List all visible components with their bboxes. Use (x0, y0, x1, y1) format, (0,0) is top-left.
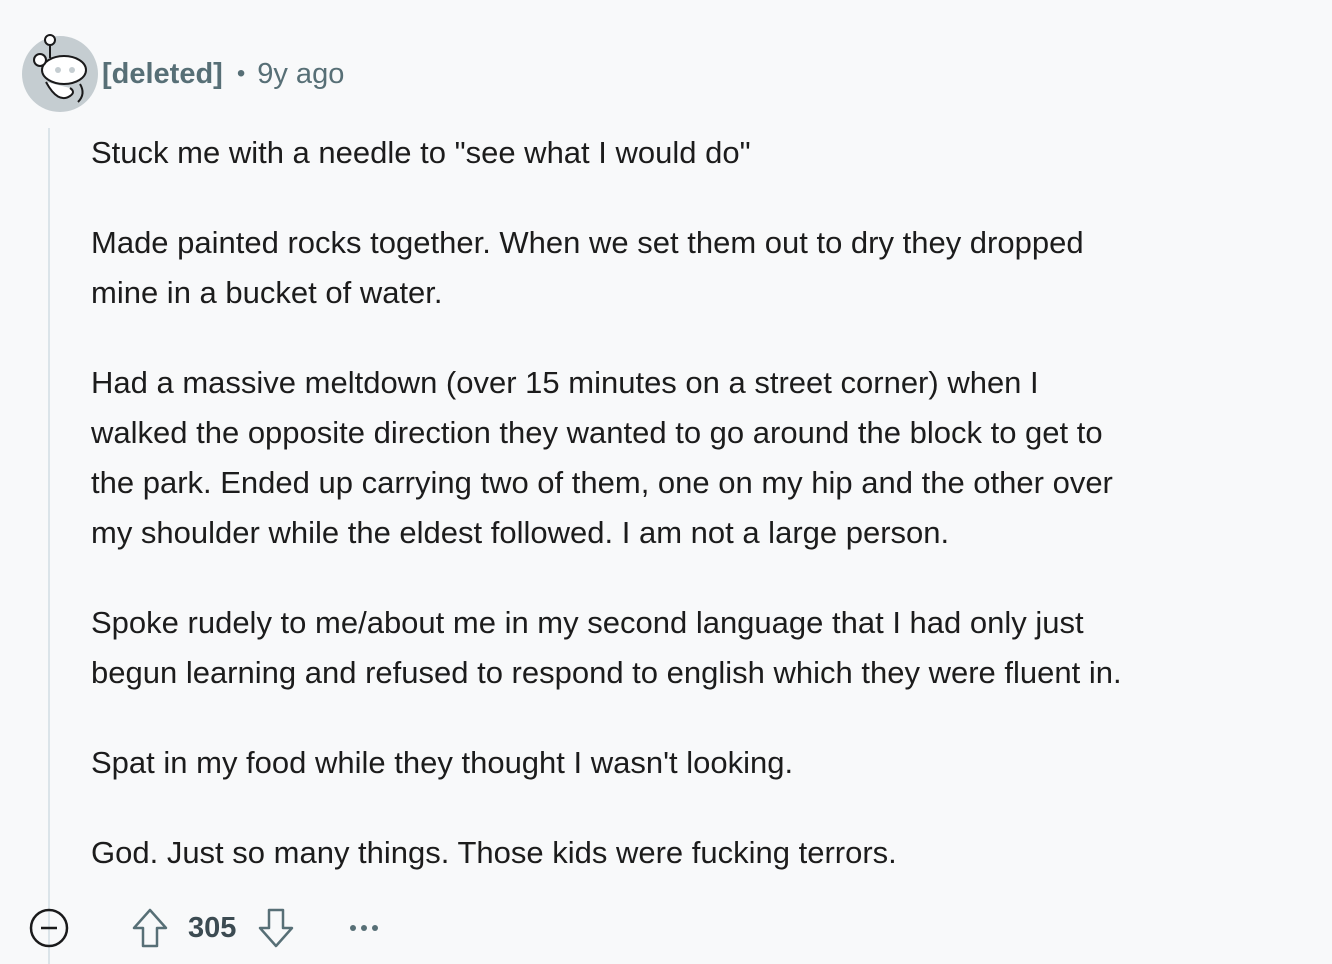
comment-paragraph: Spoke rudely to me/about me in my second… (91, 598, 1323, 698)
comment-paragraph: Made painted rocks together. When we set… (91, 218, 1323, 318)
comment-line: begun learning and refused to respond to… (91, 655, 1122, 690)
more-options-icon[interactable] (348, 922, 380, 934)
meta-separator: • (236, 60, 246, 87)
comment-timestamp[interactable]: 9y ago (257, 54, 344, 94)
comment-line: my shoulder while the eldest followed. I… (91, 515, 950, 550)
avatar (20, 32, 98, 112)
comment-paragraph: Stuck me with a needle to "see what I wo… (91, 128, 1323, 178)
comment-line: Spat in my food while they thought I was… (91, 745, 794, 780)
collapse-minus-icon[interactable] (28, 907, 70, 949)
vote-score: 305 (188, 911, 237, 944)
comment-line: Made painted rocks together. When we set… (91, 225, 1084, 260)
comment-body: Stuck me with a needle to "see what I wo… (91, 128, 1323, 918)
comment-line: walked the opposite direction they wante… (91, 415, 1103, 450)
comment-line: Stuck me with a needle to "see what I wo… (91, 135, 751, 170)
deleted-user-snoo-icon (22, 34, 98, 112)
thread-line[interactable] (48, 128, 50, 964)
comment-author[interactable]: [deleted] (102, 54, 223, 94)
comment-paragraph: Spat in my food while they thought I was… (91, 738, 1323, 788)
comment-line: Spoke rudely to me/about me in my second… (91, 605, 1084, 640)
comment-paragraph: God. Just so many things. Those kids wer… (91, 828, 1323, 878)
comment-header: [deleted] • 9y ago (102, 54, 344, 94)
comment-line: mine in a bucket of water. (91, 275, 443, 310)
comment-paragraph: Had a massive meltdown (over 15 minutes … (91, 358, 1323, 558)
comment-line: God. Just so many things. Those kids wer… (91, 835, 897, 870)
downvote-arrow-icon[interactable] (256, 906, 296, 950)
comment-line: the park. Ended up carrying two of them,… (91, 465, 1113, 500)
comment-actions: 305 (28, 904, 380, 952)
comment-line: Had a massive meltdown (over 15 minutes … (91, 365, 1039, 400)
upvote-arrow-icon[interactable] (130, 906, 170, 950)
